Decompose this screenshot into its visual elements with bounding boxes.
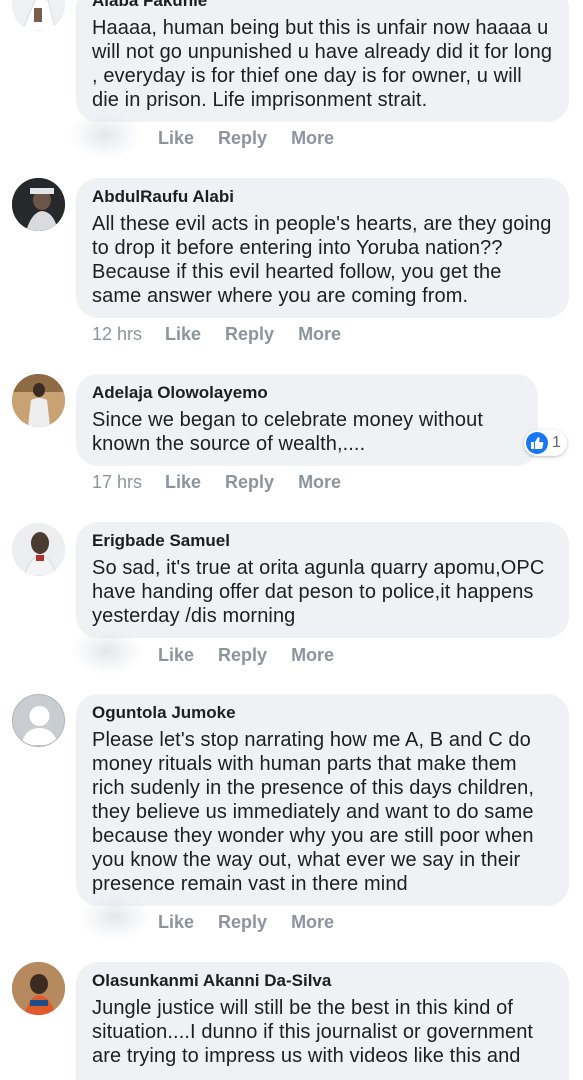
comment-text: Please let's stop narrating how me A, B … [92,729,535,895]
thumbs-up-icon [526,432,548,454]
reply-button[interactable]: Reply [218,128,267,149]
comment-text: All these evil acts in people's hearts, … [92,213,552,307]
reply-button[interactable]: Reply [225,472,274,493]
comment-text: Since we began to celebrate money withou… [92,409,484,455]
comment-author[interactable]: Olasunkanmi Akanni Da-Silva [92,970,553,992]
comment-author[interactable]: Alaba Fakunle [92,0,553,12]
avatar[interactable] [12,374,65,427]
more-button[interactable]: More [291,912,334,933]
avatar[interactable] [12,962,65,1015]
comment-bubble: Erigbade Samuel So sad, it's true at ori… [76,522,569,638]
like-button[interactable]: Like [158,128,194,149]
like-button[interactable]: Like [158,645,194,666]
comment-actions: Like Reply More [92,912,358,933]
comment-text: So sad, it's true at orita agunla quarry… [92,557,545,627]
comment-text: Haaaa, human being but this is unfair no… [92,17,553,111]
comment-bubble: Alaba Fakunle Haaaa, human being but thi… [76,0,569,122]
comment-bubble: Oguntola Jumoke Please let's stop narrat… [76,694,569,906]
comment-author[interactable]: Oguntola Jumoke [92,702,553,724]
comment-actions: 12 hrs Like Reply More [92,324,365,345]
comment-actions: Like Reply More [92,645,358,666]
comment-timestamp[interactable]: 17 hrs [92,472,165,493]
comment-bubble: AbdulRaufu Alabi All these evil acts in … [76,178,569,318]
comment-timestamp[interactable]: 12 hrs [92,324,165,345]
more-button[interactable]: More [291,128,334,149]
comment-timestamp [92,645,158,666]
reaction-count[interactable]: 1 [524,430,567,456]
reaction-count-label: 1 [552,434,561,451]
like-button[interactable]: Like [165,472,201,493]
more-button[interactable]: More [291,645,334,666]
avatar[interactable] [12,694,65,747]
more-button[interactable]: More [298,324,341,345]
avatar[interactable] [12,178,65,231]
comment-author[interactable]: AbdulRaufu Alabi [92,186,553,208]
comment-bubble: Adelaja Olowolayemo Since we began to ce… [76,374,538,466]
more-button[interactable]: More [298,472,341,493]
avatar[interactable] [12,523,65,576]
comment-author[interactable]: Erigbade Samuel [92,530,553,552]
comment-timestamp [92,128,158,149]
like-button[interactable]: Like [158,912,194,933]
like-button[interactable]: Like [165,324,201,345]
comment-actions: Like Reply More [92,128,358,149]
reply-button[interactable]: Reply [218,645,267,666]
reply-button[interactable]: Reply [218,912,267,933]
avatar[interactable] [12,0,65,31]
reply-button[interactable]: Reply [225,324,274,345]
comments-feed: Alaba Fakunle Haaaa, human being but thi… [0,0,583,1080]
comment-actions: 17 hrs Like Reply More [92,472,365,493]
comment-bubble: Olasunkanmi Akanni Da-Silva Jungle justi… [76,962,569,1080]
comment-text: Jungle justice will still be the best in… [92,997,534,1067]
comment-author[interactable]: Adelaja Olowolayemo [92,382,522,404]
comment-timestamp [92,912,158,933]
